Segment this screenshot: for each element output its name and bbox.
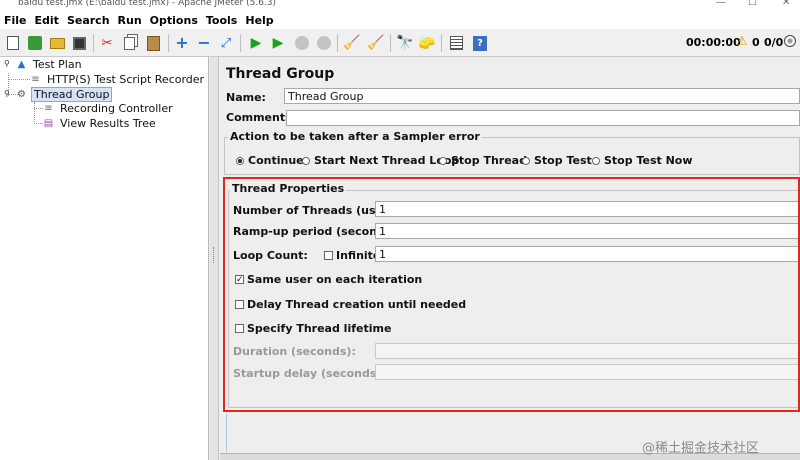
menu-tools[interactable]: Tools xyxy=(206,14,237,27)
templates-icon[interactable] xyxy=(25,33,45,53)
menu-bar: File Edit Search Run Options Tools Help xyxy=(0,11,800,29)
radio-stop-test[interactable]: Stop Test xyxy=(522,154,592,167)
window-title: baidu test.jmx (E:\baidu test.jmx) - Apa… xyxy=(18,0,277,8)
toolbar-separator xyxy=(441,34,442,52)
minimize-button[interactable]: — xyxy=(716,0,726,8)
start-no-pause-icon[interactable]: ▶ xyxy=(268,33,288,53)
toolbar-separator xyxy=(93,34,94,52)
elapsed-time: 00:00:00 xyxy=(686,36,741,49)
radio-continue[interactable]: Continue xyxy=(236,154,304,167)
toolbar: ✂ + − ⤢ ▶ ▶ 🧹 🧹 🔭 🧽 ? 00:00:00 ⚠ 0 0/0 xyxy=(0,29,800,57)
test-plan-icon: ▲ xyxy=(17,58,26,70)
tree-line xyxy=(34,102,35,124)
menu-run[interactable]: Run xyxy=(118,14,142,27)
toolbar-separator xyxy=(168,34,169,52)
gear-icon: ⚙ xyxy=(17,88,26,100)
shutdown-icon[interactable] xyxy=(314,33,334,53)
panel-divider xyxy=(226,414,227,452)
radio-stop-test-now[interactable]: Stop Test Now xyxy=(592,154,693,167)
tree-toggle-icon[interactable]: ⚲ xyxy=(4,89,10,98)
copy-icon[interactable] xyxy=(119,33,139,53)
tree-line xyxy=(34,123,43,124)
toggle-icon[interactable]: ⤢ xyxy=(216,33,236,53)
toolbar-separator xyxy=(240,34,241,52)
test-plan-tree: ⚲ ▲ Test Plan ≡ HTTP(S) Test Script Reco… xyxy=(0,57,209,460)
reset-search-icon[interactable]: 🧽 xyxy=(417,33,437,53)
maximize-button[interactable]: ☐ xyxy=(748,0,757,8)
search-icon[interactable]: 🔭 xyxy=(395,33,415,53)
name-field[interactable]: Thread Group xyxy=(284,88,800,104)
tree-item-recording-controller[interactable]: ≡ Recording Controller xyxy=(43,101,175,115)
cut-icon[interactable]: ✂ xyxy=(97,33,117,53)
function-helper-icon[interactable] xyxy=(446,33,466,53)
tree-item-thread-group[interactable]: ⚙ Thread Group xyxy=(16,86,113,102)
clear-icon[interactable]: 🧹 xyxy=(342,33,362,53)
highlight-box xyxy=(223,177,800,412)
comments-field[interactable] xyxy=(286,110,800,126)
collapse-icon[interactable]: − xyxy=(194,33,214,53)
tree-line xyxy=(8,79,30,80)
toolbar-separator xyxy=(337,34,338,52)
menu-file[interactable]: File xyxy=(4,14,27,27)
recorder-icon: ≡ xyxy=(31,73,40,85)
sampler-error-title: Action to be taken after a Sampler error xyxy=(228,130,482,143)
name-label: Name: xyxy=(226,91,266,104)
tree-item-recorder[interactable]: ≡ HTTP(S) Test Script Recorder xyxy=(30,72,206,86)
pane-splitter[interactable] xyxy=(210,57,219,460)
warning-count: 0 xyxy=(752,36,760,49)
tree-line xyxy=(34,108,43,109)
menu-edit[interactable]: Edit xyxy=(35,14,59,27)
clear-all-icon[interactable]: 🧹 xyxy=(366,33,386,53)
tree-toggle-icon[interactable]: ⚲ xyxy=(4,59,10,68)
listener-icon: ▤ xyxy=(43,117,54,129)
radio-stop-thread[interactable]: Stop Thread xyxy=(439,154,527,167)
menu-options[interactable]: Options xyxy=(150,14,198,27)
title-bar: baidu test.jmx (E:\baidu test.jmx) - Apa… xyxy=(0,0,800,11)
active-threads: 0/0 xyxy=(764,36,784,49)
page-title: Thread Group xyxy=(226,66,335,82)
save-icon[interactable] xyxy=(69,33,89,53)
controller-icon: ≡ xyxy=(44,102,53,114)
remote-status-icon[interactable] xyxy=(784,35,796,50)
menu-help[interactable]: Help xyxy=(245,14,273,27)
watermark: @稀土掘金技术社区 xyxy=(642,441,760,456)
warning-icon[interactable]: ⚠ xyxy=(736,34,748,49)
menu-search[interactable]: Search xyxy=(67,14,110,27)
close-button[interactable]: ✕ xyxy=(782,0,790,8)
start-icon[interactable]: ▶ xyxy=(246,33,266,53)
tree-item-test-plan[interactable]: ▲ Test Plan xyxy=(16,57,84,71)
expand-icon[interactable]: + xyxy=(172,33,192,53)
radio-start-next-loop[interactable]: Start Next Thread Loop xyxy=(302,154,459,167)
help-icon[interactable]: ? xyxy=(470,33,490,53)
paste-icon[interactable] xyxy=(143,33,163,53)
thread-group-panel: Thread Group Name: Thread Group Comments… xyxy=(220,57,800,460)
new-icon[interactable] xyxy=(3,33,23,53)
tree-item-view-results-tree[interactable]: ▤ View Results Tree xyxy=(43,116,158,130)
toolbar-separator xyxy=(390,34,391,52)
open-icon[interactable] xyxy=(47,33,67,53)
stop-icon[interactable] xyxy=(292,33,312,53)
